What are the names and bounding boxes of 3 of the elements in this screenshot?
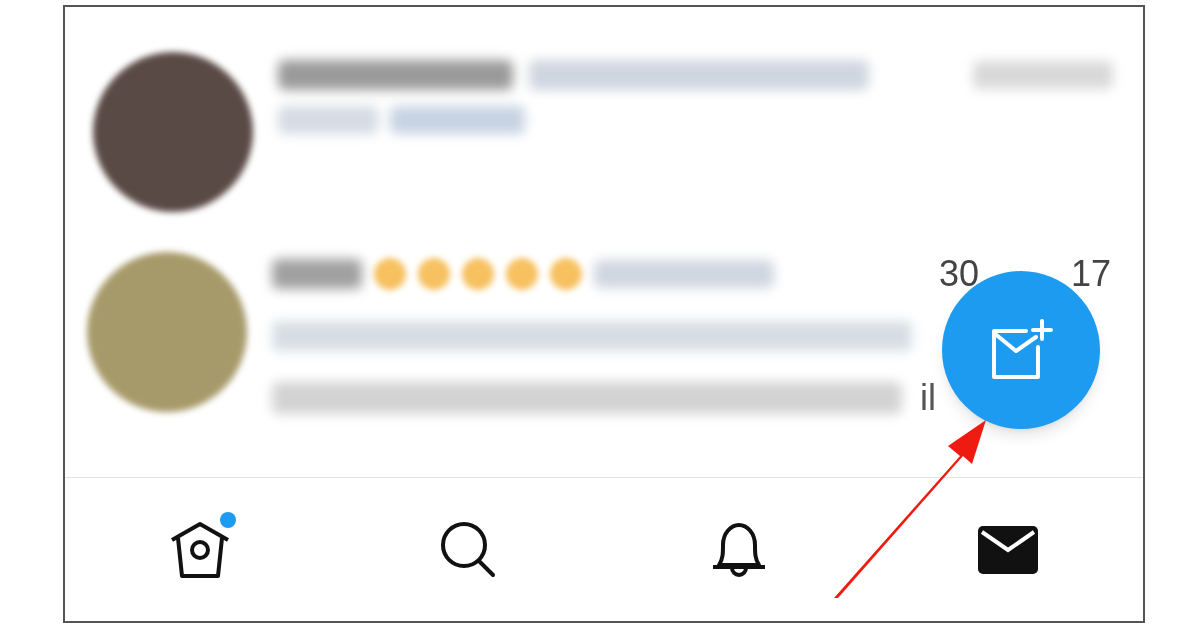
date-text: 30: [939, 252, 980, 296]
message-text: il: [920, 376, 936, 420]
date-text: 17: [1070, 252, 1111, 296]
